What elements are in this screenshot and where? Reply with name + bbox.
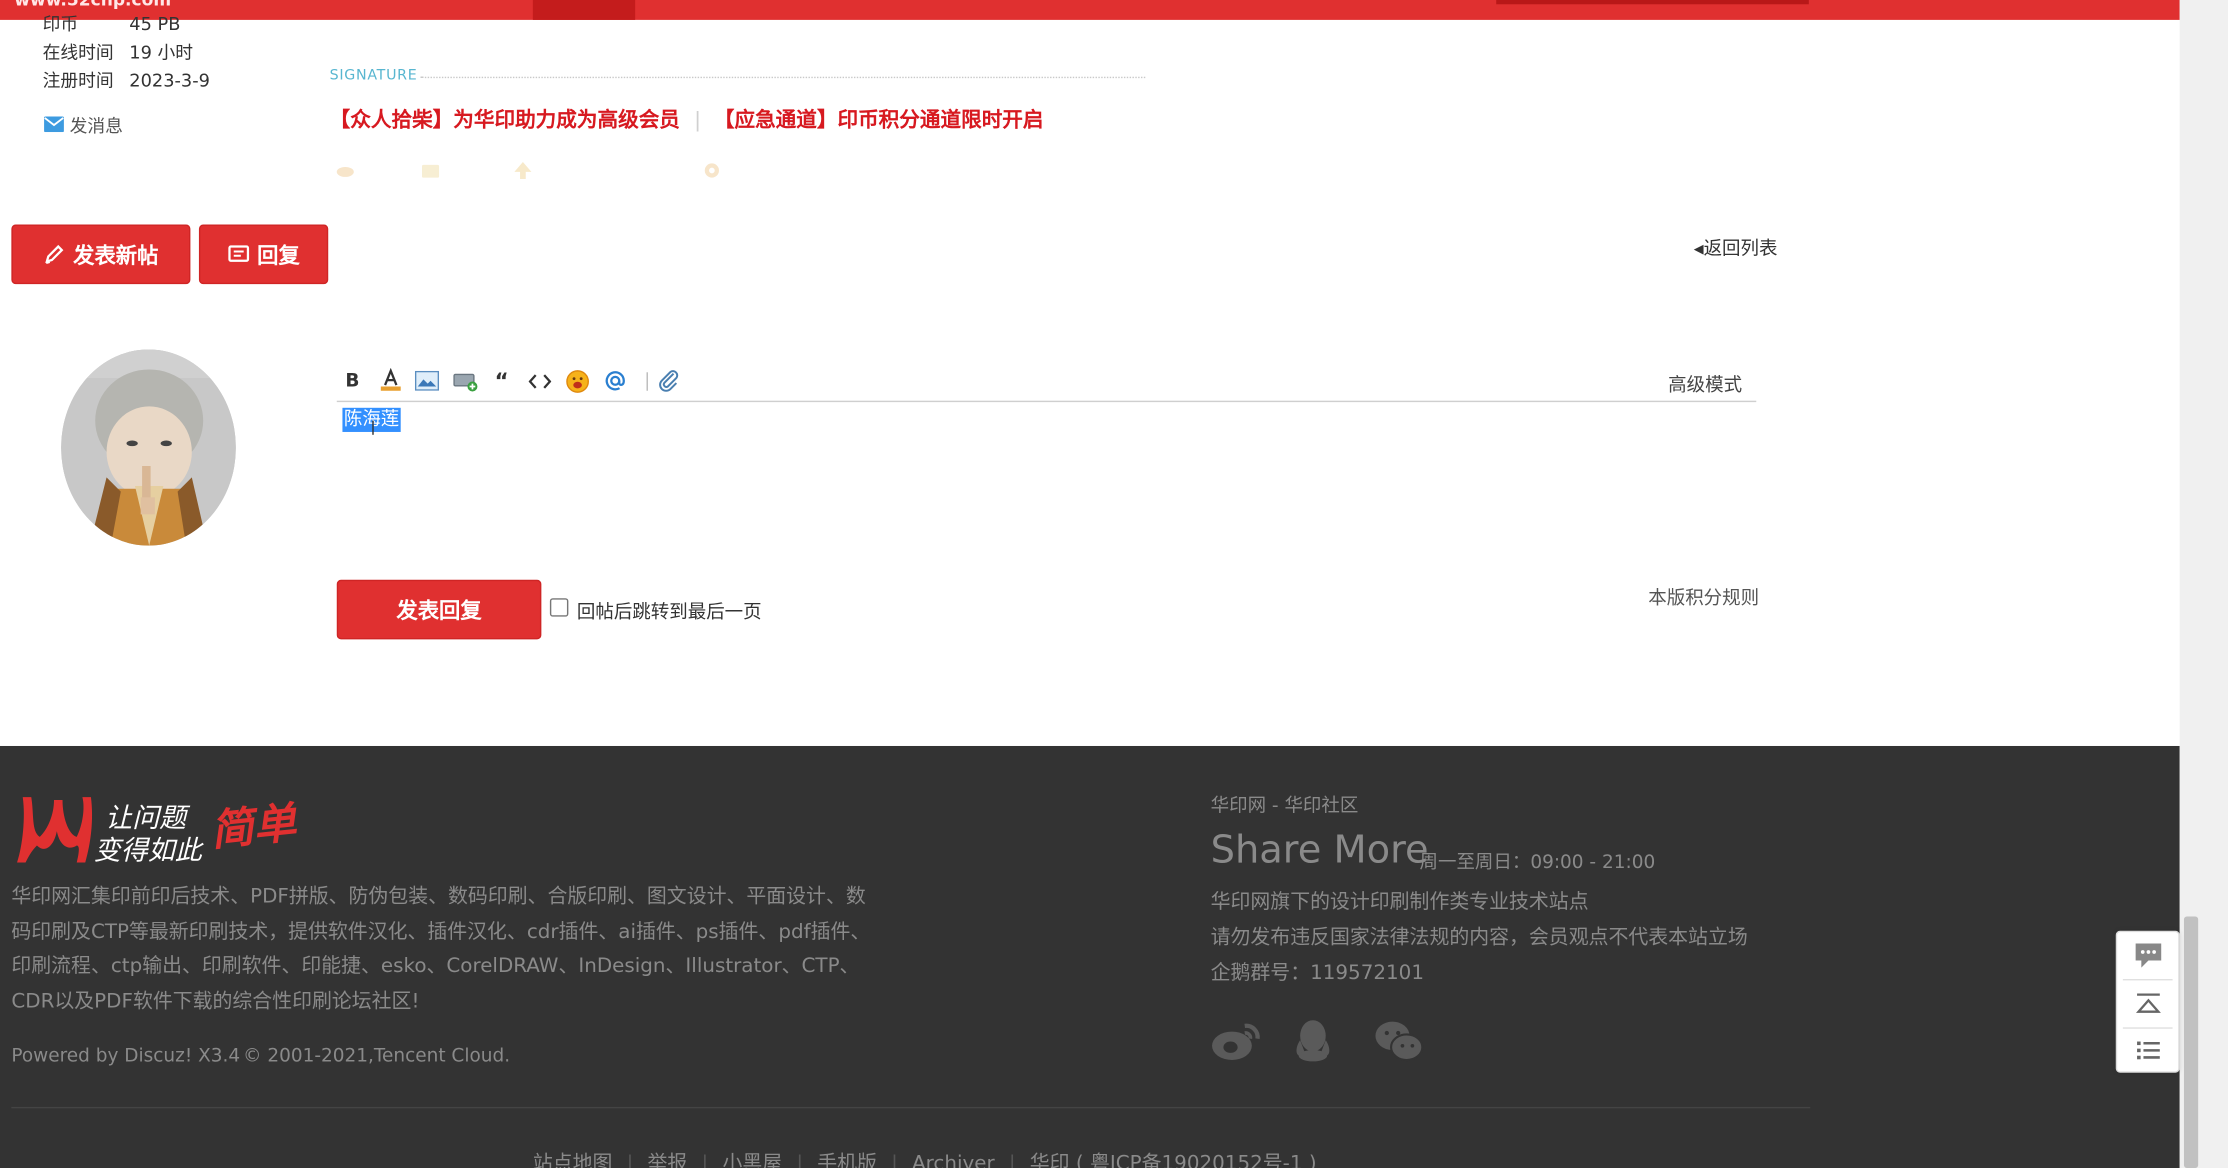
user-reg-row: 注册时间 2023-3-9 <box>43 65 210 92</box>
reply-button[interactable]: 回复 <box>198 224 329 285</box>
signature-separator: | <box>694 109 702 133</box>
service-hours: 周一至周日：09:00 - 21:00 <box>1419 852 1656 874</box>
list-icon <box>2136 1041 2160 1060</box>
share-more-heading: Share More <box>1210 828 1429 873</box>
footer-qq-group: 企鹅群号：119572101 <box>1210 961 1425 985</box>
pencil-icon <box>45 244 65 264</box>
footer-link-sep: | <box>701 1152 709 1168</box>
wechat-icon[interactable] <box>1374 1020 1425 1063</box>
avatar-image <box>61 349 236 546</box>
online-value: 19 小时 <box>129 41 194 63</box>
footer-link-sitemap[interactable]: 站点地图 <box>533 1152 613 1168</box>
code-icon[interactable] <box>528 372 552 390</box>
insert-media-icon[interactable] <box>453 371 479 392</box>
envelope-icon <box>44 116 64 133</box>
attachment-icon[interactable] <box>658 369 681 392</box>
coin-label: 印币 <box>42 12 79 35</box>
submit-reply-label: 发表回复 <box>396 597 482 624</box>
logo-script: 简单 <box>208 798 299 857</box>
footer-link-archiver[interactable]: Archiver <box>912 1152 995 1168</box>
faded-cloud-icon <box>336 166 354 177</box>
footer-info-line1: 华印网旗下的设计印刷制作类专业技术站点 <box>1210 890 1589 914</box>
footer-description: 华印网汇集印前印后技术、PDF拼版、防伪包装、数码印刷、合版印刷、图文设计、平面… <box>11 885 871 1014</box>
weibo-icon[interactable] <box>1211 1020 1262 1063</box>
jump-last-page-checkbox[interactable] <box>549 598 569 617</box>
emoji-icon[interactable] <box>566 369 590 393</box>
chat-bubble-icon <box>2134 943 2161 968</box>
reply-label: 回复 <box>257 242 300 268</box>
footer-site-name: 华印网 - 华印社区 <box>1210 795 1359 818</box>
page: www.52cnp.com 印币 45 PB 在线时间 19 小时 注册时间 2023… <box>0 0 2228 1168</box>
faded-flower-icon <box>704 163 719 178</box>
powered-by-link[interactable]: Powered by Discuz! X3.4 <box>11 1046 240 1067</box>
footer-link-icp[interactable]: 华印 ( 粤ICP备19020152号-1 ) <box>1030 1152 1317 1168</box>
send-message-label: 发消息 <box>69 115 123 137</box>
footer-link-sep: | <box>1008 1152 1016 1168</box>
footer-link-blackroom[interactable]: 小黑屋 <box>722 1152 782 1168</box>
footer-link-sep: | <box>626 1152 634 1168</box>
send-message-link[interactable]: 发消息 <box>44 111 123 138</box>
points-rules-link[interactable]: 本版积分规则 <box>1648 583 1759 609</box>
signature-label: SIGNATURE <box>329 68 418 84</box>
quote-icon[interactable]: “ <box>493 368 510 394</box>
signature-link-coin[interactable]: 【应急通道】印币积分通道限时开启 <box>714 109 1044 132</box>
footer-link-sep: | <box>796 1152 804 1168</box>
user-coin-row: 印币 45 PB <box>43 9 181 36</box>
reply-textarea[interactable] <box>337 402 1756 565</box>
image-icon[interactable] <box>414 370 440 391</box>
user-online-row: 在线时间 19 小时 <box>43 37 193 64</box>
new-post-label: 发表新帖 <box>73 242 159 268</box>
mention-icon[interactable] <box>604 369 627 392</box>
text-cursor <box>372 420 374 435</box>
signature-divider <box>420 76 1146 79</box>
footer-logo[interactable]: 让问题 变得如此 简单 <box>11 789 299 867</box>
back-to-top-button[interactable] <box>2117 980 2178 1027</box>
footer-info-line2: 请勿发布违反国家法律法规的内容，会员观点不代表本站立场 <box>1210 926 1748 950</box>
logo-mark-icon <box>17 797 93 863</box>
font-color-icon[interactable] <box>379 368 402 392</box>
scrollbar-thumb[interactable] <box>2183 916 2199 1168</box>
top-header-bar: www.52cnp.com <box>0 0 2180 20</box>
reg-label: 注册时间 <box>42 69 114 91</box>
reg-value: 2023-3-9 <box>129 69 210 91</box>
footer-link-mobile[interactable]: 手机版 <box>817 1152 877 1168</box>
active-nav-tab[interactable] <box>532 0 636 20</box>
jump-last-page-label[interactable]: 回帖后跳转到最后一页 <box>577 597 762 623</box>
header-accent-line <box>1496 0 1809 5</box>
back-to-top-icon <box>2135 992 2161 1013</box>
faded-up-icon <box>514 161 532 180</box>
signature-links: 【众人拾柴】为华印助力成为高级会员 | 【应急通道】印币积分通道限时开启 <box>330 104 1044 134</box>
toolbar-divider <box>646 372 648 391</box>
advanced-mode-link[interactable]: 高级模式 <box>1668 369 1742 396</box>
avatar[interactable] <box>61 349 236 546</box>
faded-folder-icon <box>422 164 440 178</box>
signature-link-vip[interactable]: 【众人拾柴】为华印助力成为高级会员 <box>330 109 680 132</box>
footer-divider <box>11 1106 1811 1109</box>
submit-reply-button[interactable]: 发表回复 <box>336 579 542 640</box>
comment-icon <box>228 244 250 262</box>
floating-side-panel <box>2115 930 2180 1074</box>
bold-icon[interactable]: B <box>344 369 361 392</box>
new-post-button[interactable]: 发表新帖 <box>11 224 191 285</box>
return-list-button[interactable] <box>2117 1027 2178 1074</box>
footer-link-sep: | <box>891 1152 898 1168</box>
triangle-left-icon: ◀ <box>1693 242 1704 258</box>
footer-links: 站点地图 | 举报 | 小黑屋 | 手机版 | Archiver | 华印 ( 粤ICP备19020… <box>533 1148 1317 1168</box>
coin-value: 45 PB <box>129 12 181 35</box>
qq-icon[interactable] <box>1293 1017 1333 1062</box>
quick-reply-button[interactable] <box>2117 932 2178 979</box>
back-to-list-link[interactable]: ◀返回列表 <box>1694 233 1778 260</box>
footer-link-report[interactable]: 举报 <box>648 1152 688 1168</box>
logo-line2: 变得如此 <box>93 835 202 867</box>
online-label: 在线时间 <box>42 41 114 63</box>
copyright-text: © 2001-2021,Tencent Cloud. <box>242 1045 511 1068</box>
back-to-list-label: 返回列表 <box>1703 238 1778 261</box>
